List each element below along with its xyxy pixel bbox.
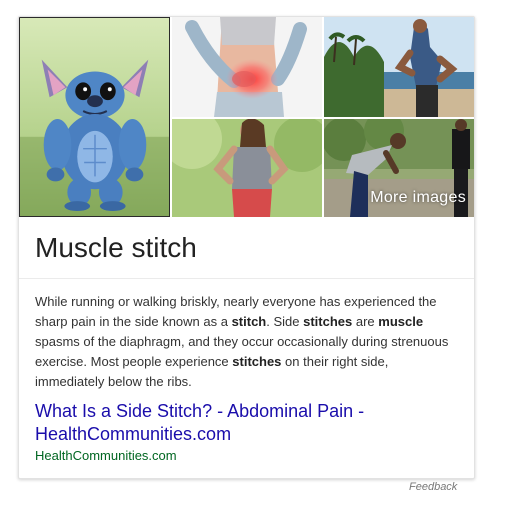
stitch-character-image: [20, 18, 169, 216]
image-tile-stitch-character[interactable]: [19, 17, 170, 217]
description-keyword: stitches: [232, 354, 282, 369]
description-keyword: stitches: [303, 314, 353, 329]
entity-title: Muscle stitch: [35, 232, 197, 263]
knowledge-panel-card: More images Muscle stitch While running …: [18, 16, 475, 479]
source-link[interactable]: What Is a Side Stitch? - Abdominal Pain …: [35, 400, 455, 446]
divider: [19, 278, 474, 279]
description-keyword: stitch: [231, 314, 267, 329]
description-segment: . Side: [266, 314, 304, 329]
more-images-tile[interactable]: More images: [324, 119, 474, 217]
feedback-link[interactable]: Feedback: [409, 481, 457, 493]
source-url: HealthCommunities.com: [35, 448, 177, 463]
image-tile-side-pain-waist[interactable]: [172, 17, 322, 117]
image-tile-woman-side-pain[interactable]: [172, 119, 322, 217]
description-keyword: muscle: [378, 314, 424, 329]
image-tile-runner-beach[interactable]: [324, 17, 474, 117]
description-segment: are: [352, 314, 379, 329]
side-pain-waist-image: [172, 17, 322, 117]
description-text: While running or walking briskly, nearly…: [35, 292, 455, 392]
woman-side-pain-image: [172, 119, 322, 217]
more-images-label[interactable]: More images: [370, 189, 466, 207]
runner-beach-image: [324, 17, 474, 117]
